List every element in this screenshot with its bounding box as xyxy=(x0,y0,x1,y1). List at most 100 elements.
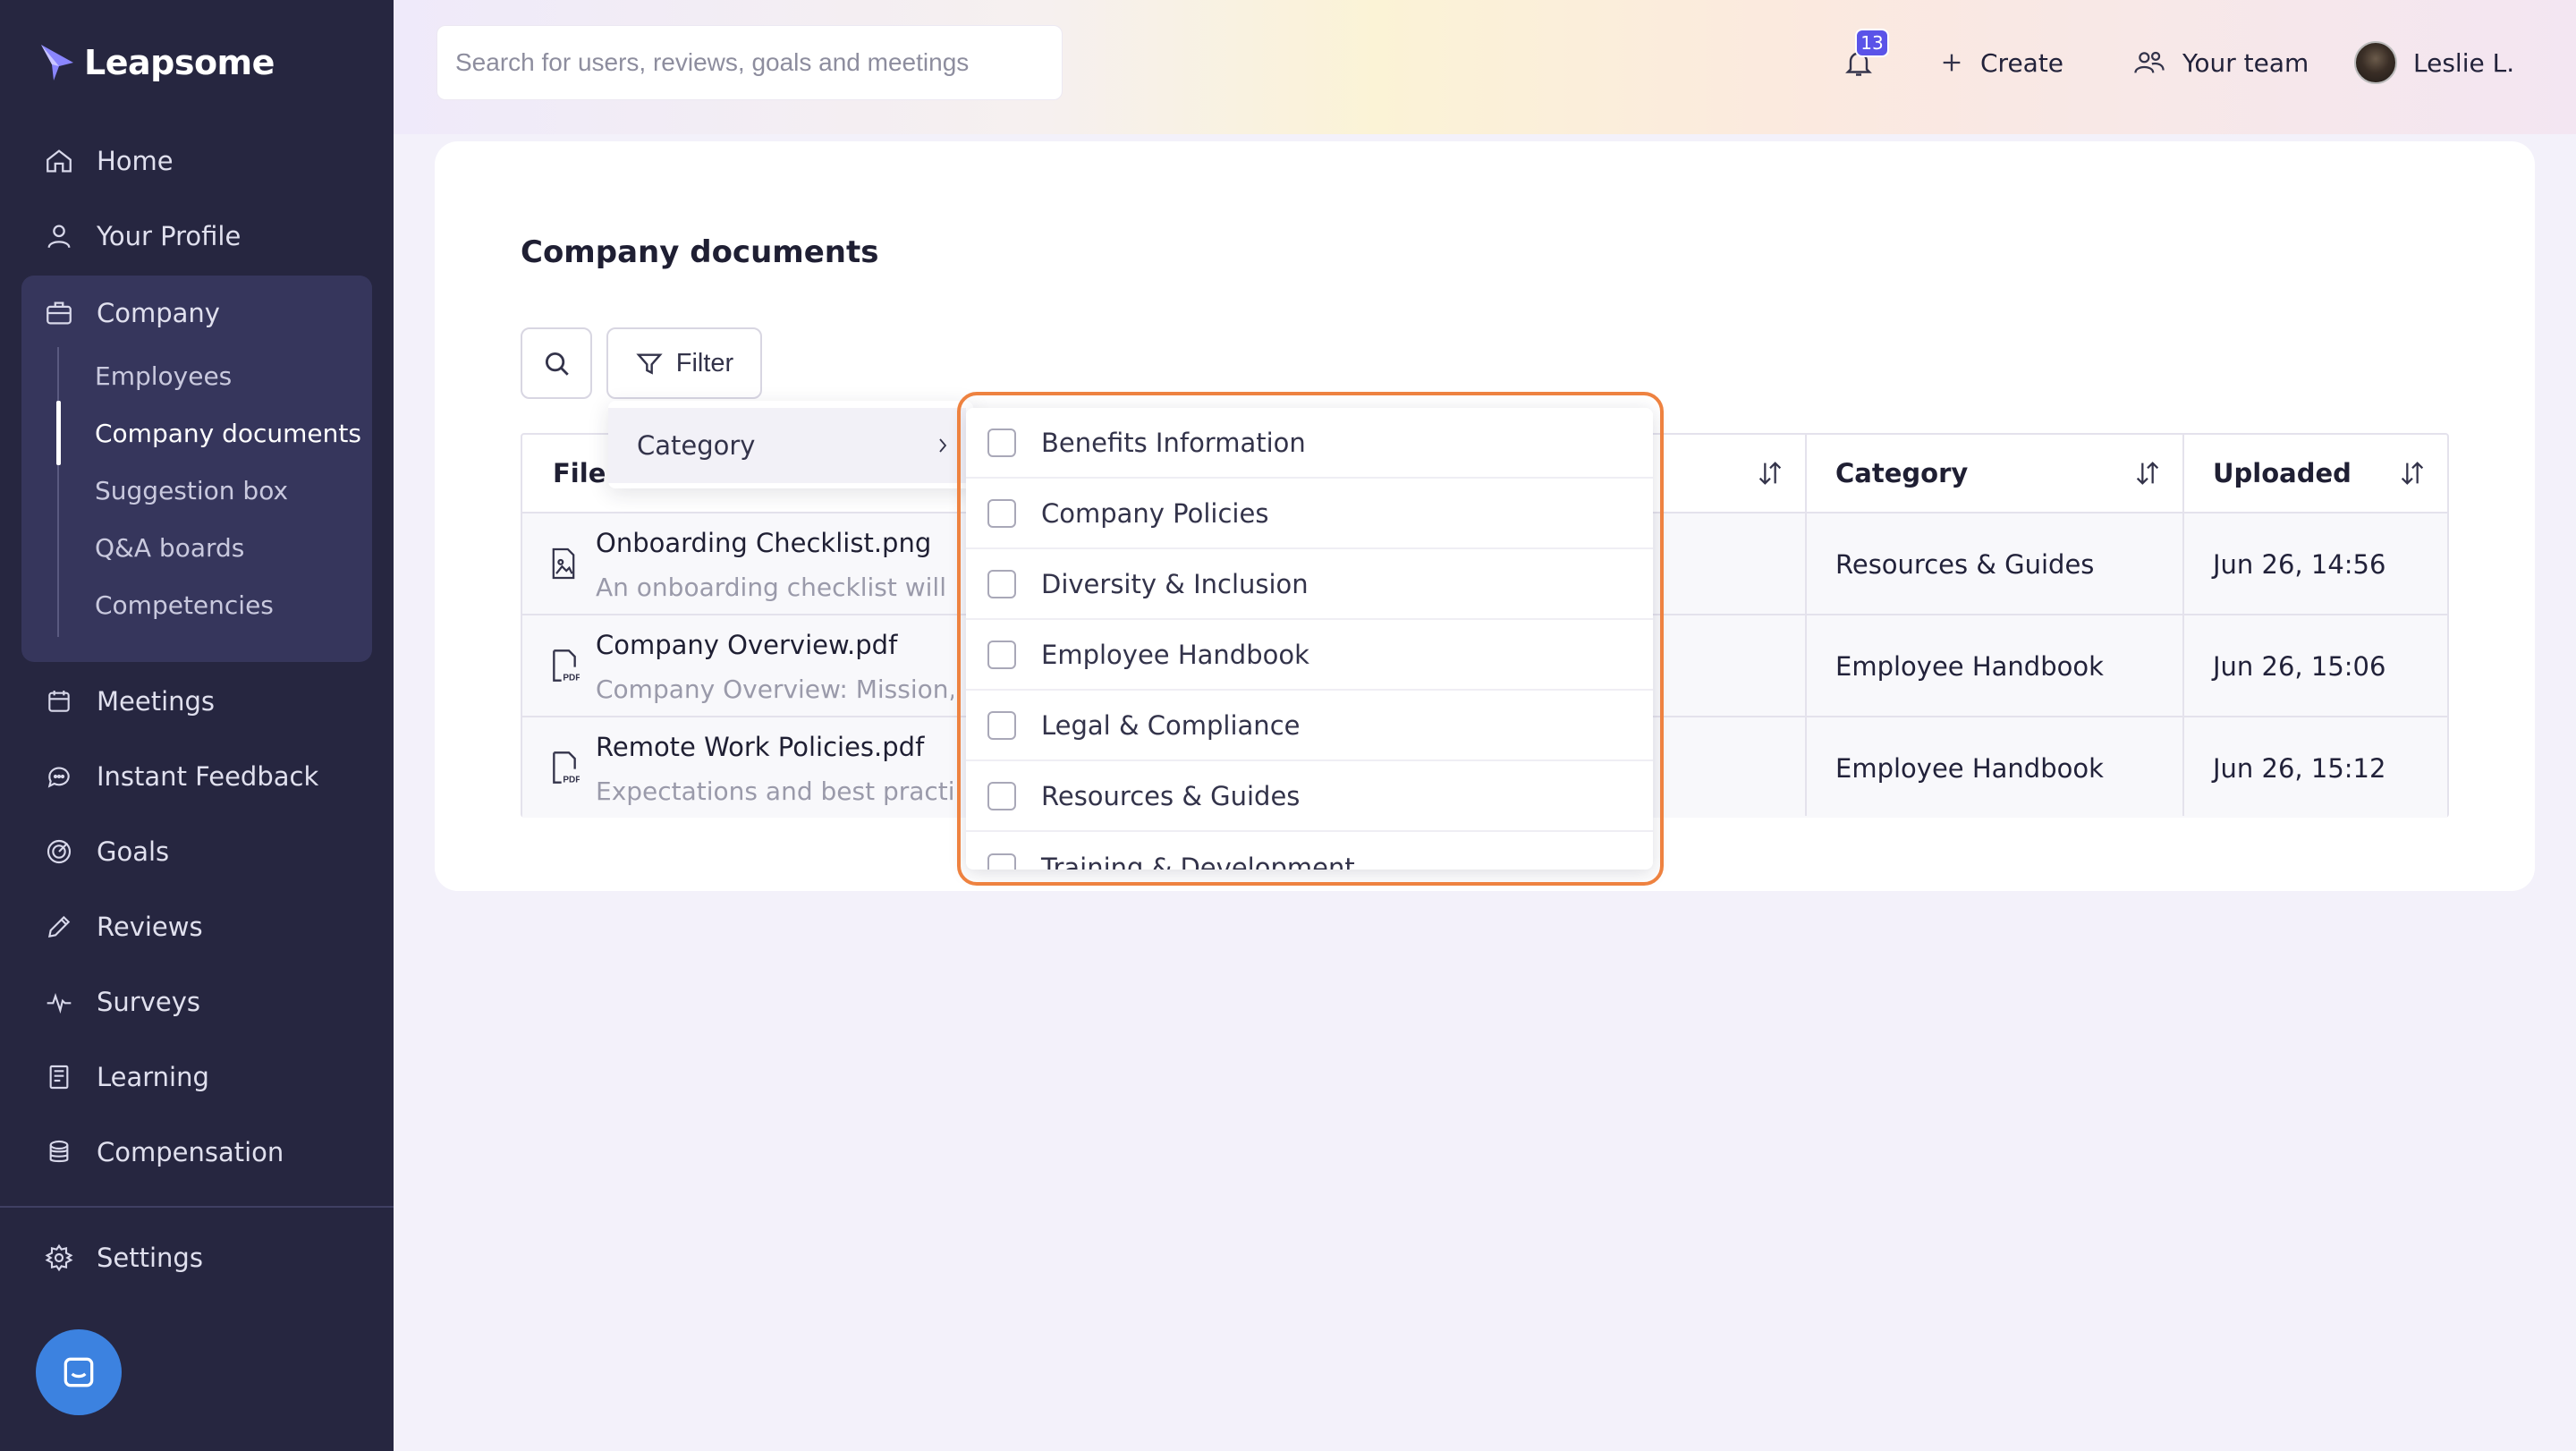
nav-profile[interactable]: Your Profile xyxy=(21,199,372,274)
nav-company[interactable]: Company xyxy=(21,276,372,351)
svg-text:PDF: PDF xyxy=(563,674,580,683)
pdf-file-icon: PDF xyxy=(553,751,580,785)
nav-company-documents[interactable]: Company documents xyxy=(95,415,361,451)
file-category: Employee Handbook xyxy=(1835,753,2104,784)
global-search[interactable] xyxy=(436,25,1063,100)
file-uploaded: Jun 26, 15:12 xyxy=(2213,753,2386,784)
category-option-label: Benefits Information xyxy=(1041,427,1306,458)
table-search-button[interactable] xyxy=(521,327,592,399)
chat-icon xyxy=(64,1357,94,1387)
category-option[interactable]: Training & Development xyxy=(966,832,1653,870)
category-option-label: Legal & Compliance xyxy=(1041,709,1301,741)
column-divider xyxy=(1805,435,1807,816)
gear-icon xyxy=(45,1243,73,1272)
category-option-label: Resources & Guides xyxy=(1041,780,1301,811)
nav-reviews-label: Reviews xyxy=(97,912,203,942)
nav-meetings[interactable]: Meetings xyxy=(21,664,372,739)
checkbox[interactable] xyxy=(987,640,1016,669)
user-name: Leslie L. xyxy=(2413,47,2515,78)
category-option[interactable]: Resources & Guides xyxy=(966,761,1653,832)
active-indicator xyxy=(56,401,61,465)
file-uploaded: Jun 26, 15:06 xyxy=(2213,651,2386,682)
file-category: Employee Handbook xyxy=(1835,651,2104,682)
pdf-file-icon: PDF xyxy=(553,649,580,683)
category-option[interactable]: Legal & Compliance xyxy=(966,691,1653,761)
nav-compensation-label: Compensation xyxy=(97,1137,284,1167)
nav-reviews[interactable]: Reviews xyxy=(21,889,372,964)
pulse-icon xyxy=(47,992,72,1014)
filter-button[interactable]: Filter xyxy=(606,327,762,399)
notification-badge: 13 xyxy=(1855,29,1889,57)
create-button[interactable]: Create xyxy=(1939,32,2063,93)
nav-goals[interactable]: Goals xyxy=(21,814,372,889)
nav-suggestion-box[interactable]: Suggestion box xyxy=(95,472,288,508)
nav-learning-label: Learning xyxy=(97,1062,209,1092)
book-icon xyxy=(49,1065,69,1090)
file-category: Resources & Guides xyxy=(1835,549,2095,580)
nav-settings[interactable]: Settings xyxy=(21,1220,372,1295)
sort-icon[interactable] xyxy=(2132,456,2163,490)
category-option[interactable]: Company Policies xyxy=(966,479,1653,549)
team-icon xyxy=(2134,51,2165,73)
submenu-line xyxy=(57,347,59,637)
column-divider xyxy=(2182,435,2184,816)
file-description: Expectations and best practices xyxy=(596,776,953,806)
file-name[interactable]: Onboarding Checklist.png xyxy=(596,528,931,558)
category-option-label: Training & Development xyxy=(1041,852,1355,870)
nav-meetings-label: Meetings xyxy=(97,686,216,717)
user-menu[interactable]: Leslie L. xyxy=(2354,32,2514,93)
filter-category-item[interactable]: Category xyxy=(608,408,966,483)
nav-compensation[interactable]: Compensation xyxy=(21,1115,372,1190)
nav-qa-boards[interactable]: Q&A boards xyxy=(95,530,244,565)
file-uploaded: Jun 26, 14:56 xyxy=(2213,549,2386,580)
checkbox[interactable] xyxy=(987,781,1016,810)
image-file-icon xyxy=(552,547,575,580)
nav-employees[interactable]: Employees xyxy=(95,358,232,394)
checkbox[interactable] xyxy=(987,569,1016,598)
sort-icon[interactable] xyxy=(2397,456,2428,490)
nav-company-label: Company xyxy=(97,298,220,328)
category-option[interactable]: Employee Handbook xyxy=(966,620,1653,691)
checkbox[interactable] xyxy=(987,428,1016,457)
target-icon xyxy=(47,839,72,864)
briefcase-icon xyxy=(47,301,72,325)
support-chat-button[interactable] xyxy=(36,1329,122,1415)
nav-home[interactable]: Home xyxy=(21,123,372,199)
nav-feedback-label: Instant Feedback xyxy=(97,761,319,792)
category-option[interactable]: Benefits Information xyxy=(966,408,1653,479)
create-label: Create xyxy=(1980,47,2064,78)
category-option-label: Diversity & Inclusion xyxy=(1041,568,1309,599)
filter-menu: Category xyxy=(608,401,973,488)
nav-home-label: Home xyxy=(97,146,174,176)
search-input[interactable] xyxy=(455,48,1028,77)
file-name[interactable]: Remote Work Policies.pdf xyxy=(596,732,924,762)
nav-competencies[interactable]: Competencies xyxy=(95,587,274,623)
category-options-list[interactable]: Benefits Information Company Policies Di… xyxy=(966,408,1653,870)
nav-surveys[interactable]: Surveys xyxy=(21,964,372,1039)
your-team-label: Your team xyxy=(2182,47,2309,78)
checkbox[interactable] xyxy=(987,710,1016,740)
category-option[interactable]: Diversity & Inclusion xyxy=(966,549,1653,620)
user-icon xyxy=(47,225,71,249)
sidebar: Leapsome Home Your Profile Company Emplo… xyxy=(0,0,394,1451)
coins-icon xyxy=(49,1140,69,1163)
nav-settings-label: Settings xyxy=(97,1243,203,1273)
filter-category-label: Category xyxy=(637,430,756,461)
nav-learning[interactable]: Learning xyxy=(21,1039,372,1115)
nav-goals-label: Goals xyxy=(97,836,170,867)
brand-logo[interactable]: Leapsome xyxy=(39,43,275,82)
nav-profile-label: Your Profile xyxy=(97,221,242,251)
checkbox[interactable] xyxy=(987,498,1016,528)
sort-icon[interactable] xyxy=(1755,456,1785,490)
checkbox[interactable] xyxy=(987,853,1016,870)
brand-name: Leapsome xyxy=(84,43,275,82)
file-description: Company Overview: Mission, Vision xyxy=(596,675,953,704)
page-title: Company documents xyxy=(521,234,879,270)
your-team-button[interactable]: Your team xyxy=(2132,32,2309,93)
home-icon xyxy=(47,149,72,173)
svg-text:PDF: PDF xyxy=(563,776,580,785)
nav-surveys-label: Surveys xyxy=(97,987,200,1017)
file-name[interactable]: Company Overview.pdf xyxy=(596,630,897,660)
nav-instant-feedback[interactable]: Instant Feedback xyxy=(21,739,372,814)
search-icon xyxy=(545,352,569,376)
